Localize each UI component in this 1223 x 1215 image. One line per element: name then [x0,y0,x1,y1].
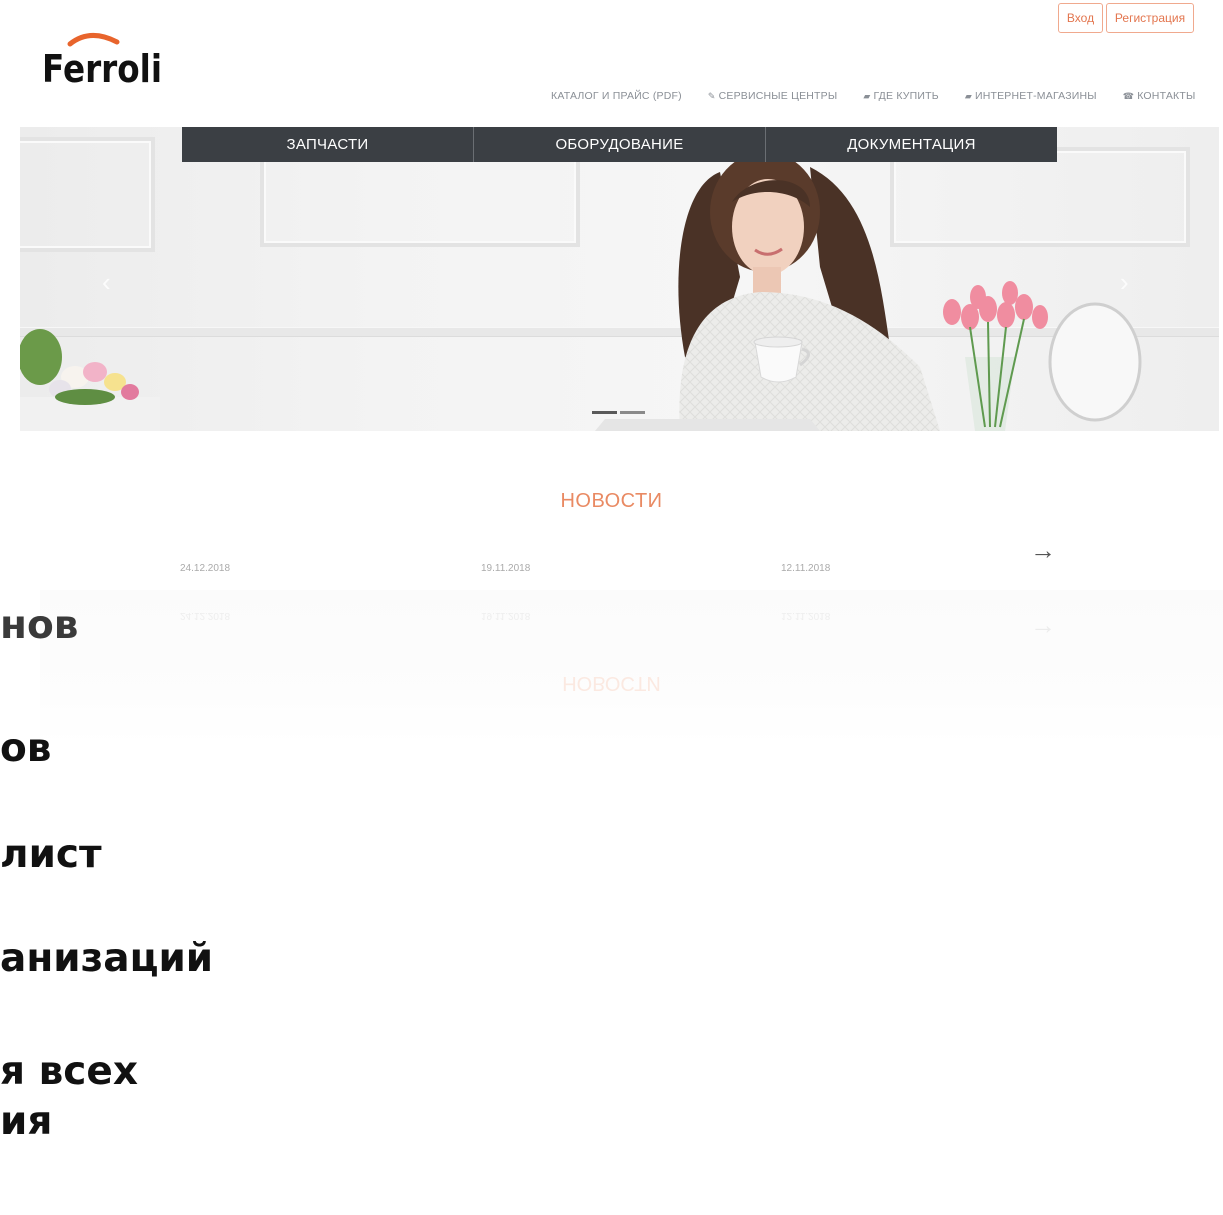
overlay-line: нов [0,603,79,648]
slider-next-icon[interactable]: › [1120,267,1129,298]
news-reflection-date: 19.11.2018 [481,610,531,621]
nav-where-to-buy[interactable]: ▰ ГДЕ КУПИТЬ [863,90,938,102]
category-parts[interactable]: ЗАПЧАСТИ [182,127,474,162]
nav-where-to-buy-label: ГДЕ КУПИТЬ [873,90,939,102]
hero-photo [20,152,1142,431]
overlay-line: анизаций [0,936,214,981]
auth-buttons: Вход Регистрация [1058,3,1194,33]
nav-service-centers-label: СЕРВИСНЫЕ ЦЕНТРЫ [718,90,838,102]
login-button[interactable]: Вход [1058,3,1103,33]
news-title: НОВОСТИ [560,490,663,512]
cart-icon: ▰ [964,90,972,101]
wrench-icon: ✎ [707,90,716,101]
news-more-arrow-icon[interactable]: → [1030,535,1056,566]
overlay-line: лист [0,832,102,877]
news-date: 24.12.2018 [180,563,231,574]
slide-indicator-active[interactable] [592,411,617,414]
logo-text: Ferroli [42,47,162,91]
category-equipment[interactable]: ОБОРУДОВАНИЕ [474,127,766,162]
news-reflection-date: 24.12.2018 [180,610,231,621]
register-button[interactable]: Регистрация [1106,3,1194,33]
news-date: 12.11.2018 [781,563,831,574]
cart-icon: ▰ [863,90,871,101]
nav-online-stores-label: ИНТЕРНЕТ-МАГАЗИНЫ [974,90,1097,102]
category-navigation: ЗАПЧАСТИ ОБОРУДОВАНИЕ ДОКУМЕНТАЦИЯ [182,127,1057,162]
overlay-line: ия [0,1099,53,1144]
news-reflection-arrow-icon: → [1030,619,1056,649]
top-navigation: КАТАЛОГ И ПРАЙС (PDF) ✎ СЕРВИСНЫЕ ЦЕНТРЫ … [551,90,1195,102]
nav-catalog[interactable]: КАТАЛОГ И ПРАЙС (PDF) [551,90,682,102]
logo-arc [67,33,120,47]
nav-contacts-label: КОНТАКТЫ [1137,90,1196,102]
news-reflection-title: НОВОСТИ [562,672,661,694]
phone-icon: ☎ [1122,90,1135,101]
overlay-line: я всех [0,1049,139,1094]
slide-indicator[interactable] [620,411,645,414]
category-documentation[interactable]: ДОКУМЕНТАЦИЯ [766,127,1057,162]
news-reflection-date: 12.11.2018 [781,610,831,621]
nav-service-centers[interactable]: ✎ СЕРВИСНЫЕ ЦЕНТРЫ [708,90,838,102]
nav-online-stores[interactable]: ▰ ИНТЕРНЕТ-МАГАЗИНЫ [965,90,1097,102]
overlay-line: ов [0,726,52,771]
nav-catalog-label: КАТАЛОГ И ПРАЙС (PDF) [551,90,682,102]
slider-indicators [592,411,645,414]
news-date: 19.11.2018 [481,563,531,574]
slider-prev-icon[interactable]: ‹ [102,267,111,298]
ferroli-logo[interactable]: Ferroli [42,30,167,94]
nav-contacts[interactable]: ☎ КОНТАКТЫ [1123,90,1196,102]
hero-slider: ЗАПЧАСТИ ОБОРУДОВАНИЕ ДОКУМЕНТАЦИЯ ‹ › [20,127,1219,431]
